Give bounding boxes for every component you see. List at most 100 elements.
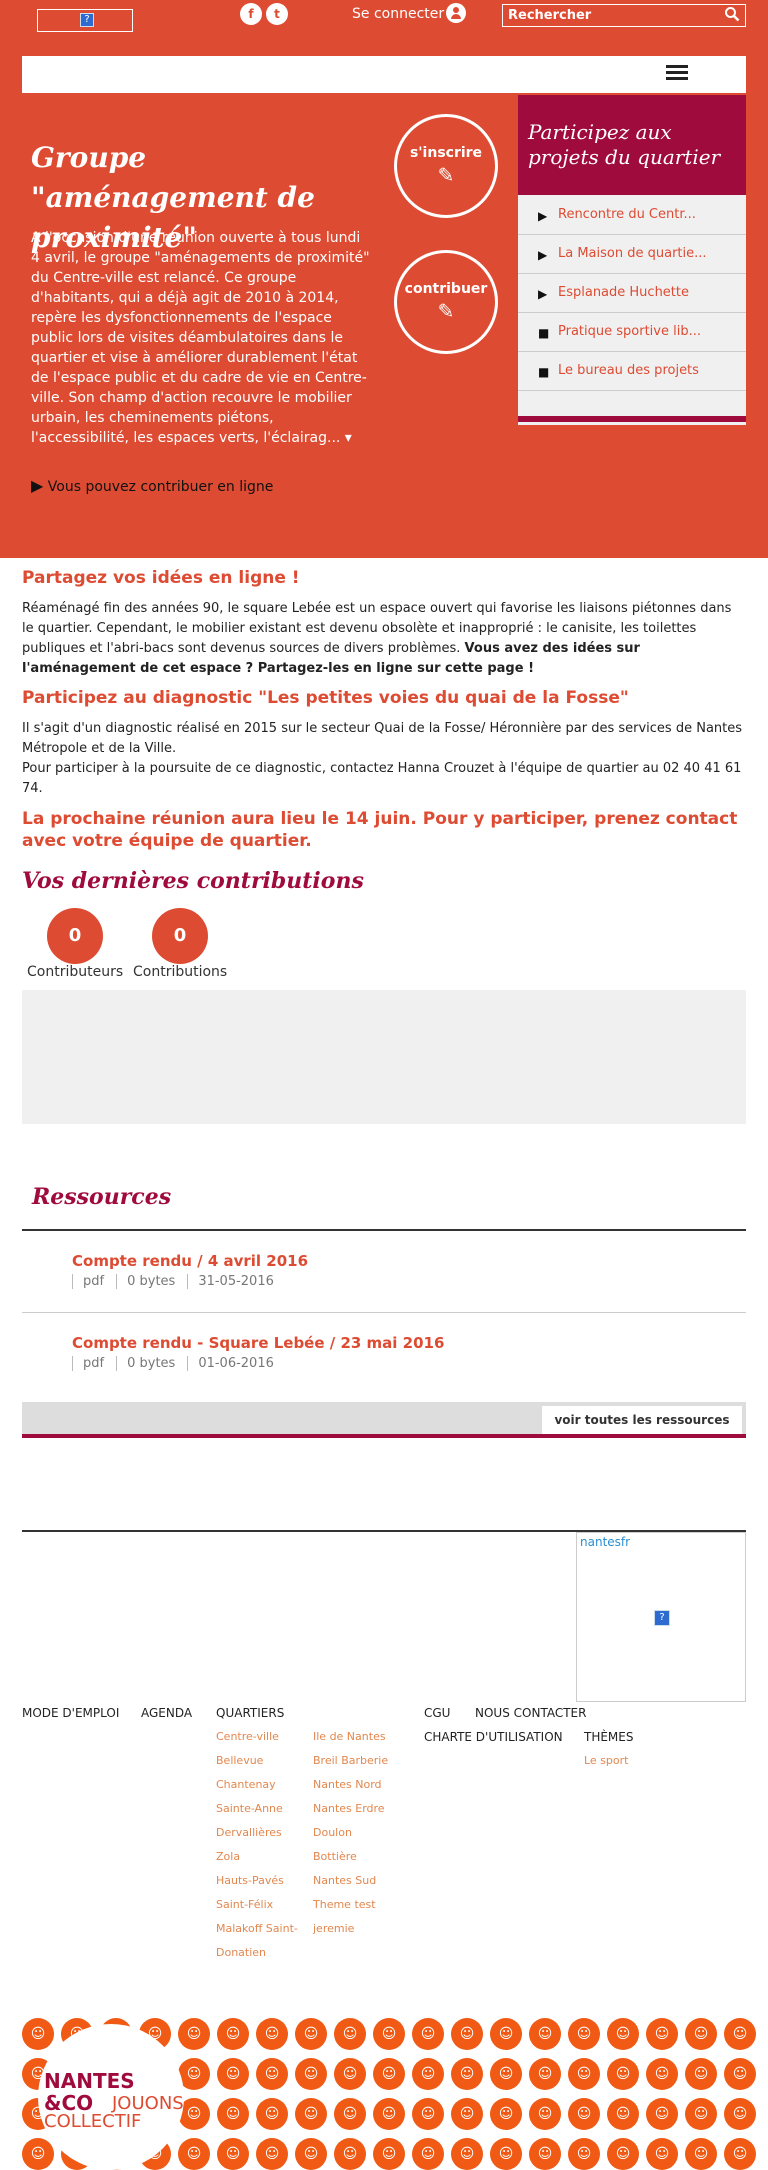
face-icon: ☺ [529,2098,561,2130]
resources-divider [22,1229,746,1231]
play-icon: ▶ [31,476,44,495]
footer-quartier-link[interactable]: Doulon [313,1826,352,1839]
face-icon: ☺ [178,2018,210,2050]
footer-charte-link[interactable]: CHARTE D'UTILISATION [424,1730,563,1744]
search-icon[interactable] [724,6,740,22]
face-icon: ☺ [334,2098,366,2130]
footer-quartier-link[interactable]: Ile de Nantes [313,1730,386,1743]
footer-quartier-link[interactable]: Bellevue [216,1754,263,1767]
resource-date: 31-05-2016 [187,1274,286,1289]
project-item[interactable]: ■ Le bureau des projets [518,352,746,391]
play-icon: ▶ [538,287,548,301]
resource-link[interactable]: Compte rendu / 4 avril 2016 [72,1252,308,1270]
contribute-button[interactable]: contribuer ✎ [394,250,498,354]
footer-quartier-link[interactable]: Dervallières [216,1826,282,1839]
search-input[interactable] [502,4,746,27]
contributions-count: 0 [152,908,208,964]
brand-logo-line1: NANTES [44,2069,135,2093]
diagnostic-text-1: Il s'agit d'un diagnostic réalisé en 201… [22,721,743,756]
resource-meta: pdf 0 bytes 01-06-2016 [72,1356,286,1371]
footer-quartier-link[interactable]: Centre-ville [216,1730,279,1743]
footer-agenda-link[interactable]: AGENDA [141,1706,192,1720]
hero-description[interactable]: A l'occasion d'une réunion ouverte à tou… [31,228,371,448]
signup-button[interactable]: s'inscrire ✎ [394,114,498,218]
resource-size: 0 bytes [116,1274,188,1289]
footer-quartier-link[interactable]: Zola [216,1850,240,1863]
face-icon: ☺ [529,2018,561,2050]
footer-quartier-link[interactable]: Donatien [216,1946,266,1959]
footer-themes-heading: THÈMES [584,1730,634,1744]
square-icon: ■ [538,326,550,340]
site-logo[interactable]: ? [37,9,133,32]
resource-meta: pdf 0 bytes 31-05-2016 [72,1274,286,1289]
project-item-label: La Maison de quartie... [558,246,707,261]
footer-quartier-link[interactable]: Sainte-Anne [216,1802,283,1815]
footer-quartier-link[interactable]: Breil Barberie [313,1754,388,1767]
projects-panel-title: Participez aux projets du quartier [528,120,721,169]
twitter-icon[interactable]: t [266,3,288,25]
footer-quartier-link[interactable]: Malakoff Saint- [216,1922,298,1935]
face-icon: ☺ [256,2058,288,2090]
play-icon: ▶ [538,248,548,262]
contribute-label: contribuer [404,281,488,297]
project-item[interactable]: ■ Pratique sportive lib... [518,313,746,352]
footer-contact-link[interactable]: NOUS CONTACTER [475,1706,586,1720]
face-icon: ☺ [373,2138,405,2170]
pencil-icon: ✎ [437,299,455,323]
footer-cgu-link[interactable]: CGU [424,1706,450,1720]
face-icon: ☺ [256,2018,288,2050]
project-item-label: Rencontre du Centr... [558,207,696,222]
footer-quartier-link[interactable]: Bottière [313,1850,357,1863]
face-icon: ☺ [373,2018,405,2050]
face-icon: ☺ [607,2138,639,2170]
face-icon: ☺ [490,2018,522,2050]
broken-image-icon: ? [654,1610,670,1626]
face-icon: ☺ [217,2098,249,2130]
user-icon[interactable] [446,3,466,23]
face-icon: ☺ [724,2138,756,2170]
face-icon: ☺ [412,2138,444,2170]
resources-title: Ressources [32,1184,172,1210]
contribute-online-link[interactable]: ▶ Vous pouvez contribuer en ligne [31,476,273,495]
footer-quartier-link[interactable]: Nantes Nord [313,1778,382,1791]
login-link[interactable]: Se connecter [352,6,444,22]
face-icon: ☺ [451,2138,483,2170]
face-icon: ☺ [568,2058,600,2090]
contributors-count: 0 [47,908,103,964]
footer-theme-link[interactable]: Le sport [584,1754,628,1767]
twitter-handle-link[interactable]: nantesfr [580,1535,630,1549]
face-icon: ☺ [373,2058,405,2090]
footer-mode-emploi-link[interactable]: MODE D'EMPLOI [22,1706,119,1720]
facebook-icon[interactable]: f [240,3,262,25]
resource-link[interactable]: Compte rendu - Square Lebée / 23 mai 201… [72,1334,444,1352]
footer-quartier-link[interactable]: Saint-Félix [216,1898,273,1911]
footer-quartier-link[interactable]: Nantes Erdre [313,1802,385,1815]
diagnostic-heading: Participez au diagnostic "Les petites vo… [22,688,629,708]
face-icon: ☺ [607,2018,639,2050]
face-icon: ☺ [685,2098,717,2130]
project-item[interactable]: ▶ Esplanade Huchette [518,274,746,313]
all-resources-button[interactable]: voir toutes les ressources [542,1406,742,1434]
footer-quartier-link[interactable]: Theme test [313,1898,376,1911]
face-icon: ☺ [22,2018,54,2050]
face-icon: ☺ [607,2058,639,2090]
contribute-online-label: Vous pouvez contribuer en ligne [47,479,274,495]
face-icon: ☺ [490,2098,522,2130]
footer-quartier-link[interactable]: Nantes Sud [313,1874,376,1887]
project-item-label: Esplanade Huchette [558,285,689,300]
resource-separator [22,1312,746,1313]
brand-logo-line3: COLLECTIF [44,2111,142,2132]
face-icon: ☺ [256,2098,288,2130]
face-icon: ☺ [568,2018,600,2050]
face-icon: ☺ [334,2018,366,2050]
footer-quartier-link[interactable]: Chantenay [216,1778,276,1791]
hamburger-menu-icon[interactable] [666,65,688,83]
face-icon: ☺ [724,2018,756,2050]
project-item[interactable]: ▶ La Maison de quartie... [518,235,746,274]
face-icon: ☺ [529,2138,561,2170]
project-item[interactable]: ▶ Rencontre du Centr... [518,196,746,235]
resource-type: pdf [72,1356,117,1371]
footer-quartier-link[interactable]: Hauts-Pavés [216,1874,284,1887]
main-navbar [22,56,746,93]
footer-quartier-link[interactable]: jeremie [313,1922,354,1935]
